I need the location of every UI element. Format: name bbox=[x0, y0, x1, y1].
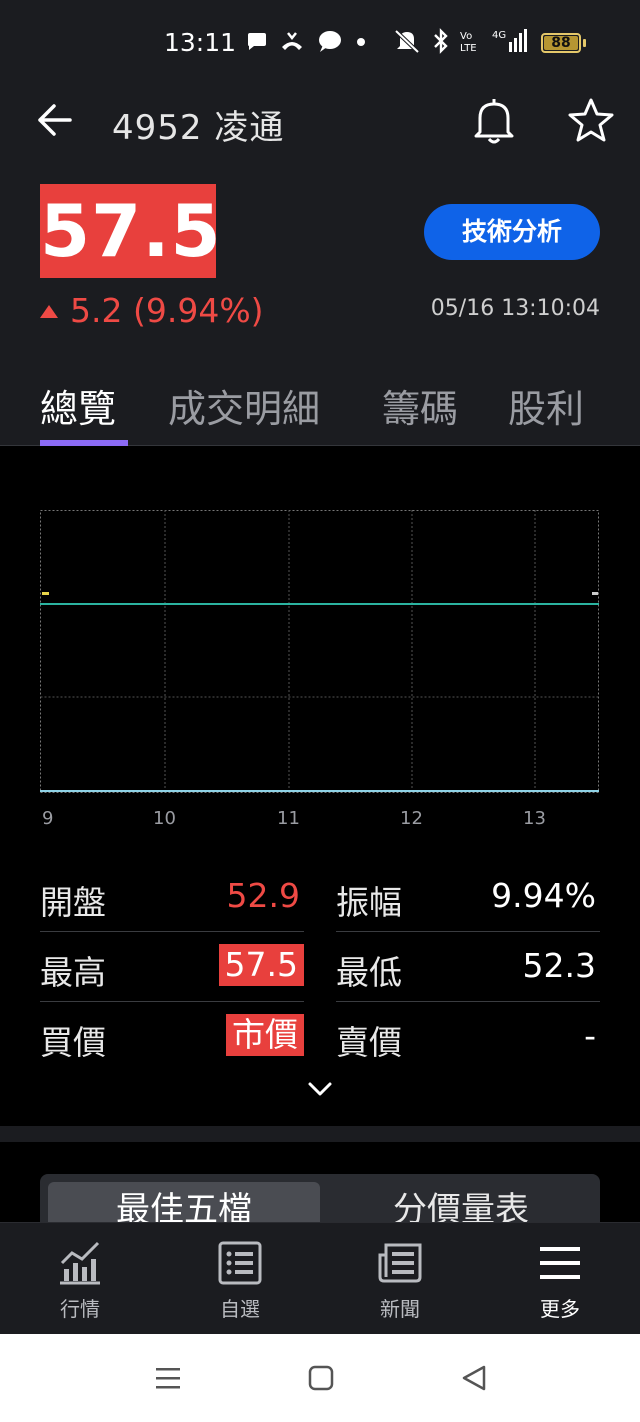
stat-row-bid: 買價 市價 賣價 - bbox=[40, 1002, 600, 1072]
price-marker-right bbox=[592, 592, 598, 595]
x-tick-label: 9 bbox=[42, 808, 53, 829]
status-bar: 13:11 Vo LTE 4G 88 bbox=[0, 0, 640, 86]
app-screen: 13:11 Vo LTE 4G 88 4952 凌通 57.5 技術分析 5.2… bbox=[0, 0, 640, 1422]
chart-frame bbox=[40, 510, 599, 793]
price-marker-left bbox=[42, 592, 49, 595]
open-label: 開盤 bbox=[40, 883, 106, 922]
recent-apps-icon[interactable] bbox=[152, 1362, 184, 1394]
chart-icon bbox=[60, 1241, 100, 1285]
tab-trade-details[interactable]: 成交明細 bbox=[168, 378, 320, 433]
tab-chips[interactable]: 籌碼 bbox=[382, 378, 458, 433]
star-icon[interactable] bbox=[566, 96, 616, 144]
nav-watchlist[interactable]: 自選 bbox=[160, 1223, 320, 1335]
chat-bubble-icon bbox=[248, 33, 266, 50]
amplitude-value: 9.94% bbox=[491, 876, 596, 915]
open-value: 52.9 bbox=[226, 876, 300, 915]
x-tick-label: 12 bbox=[400, 808, 423, 829]
stock-header: 4952 凌通 57.5 技術分析 5.2 (9.94%) 05/16 13:1… bbox=[0, 86, 640, 446]
intraday-chart: 9 10 11 12 13 bbox=[0, 446, 640, 846]
low-value: 52.3 bbox=[522, 946, 596, 985]
bluetooth-icon bbox=[434, 28, 448, 54]
low-label: 最低 bbox=[336, 953, 402, 992]
x-tick-label: 10 bbox=[153, 808, 176, 829]
svg-text:Vo: Vo bbox=[460, 31, 472, 42]
news-icon bbox=[378, 1243, 422, 1283]
stock-title: 4952 凌通 bbox=[112, 108, 285, 148]
nav-market[interactable]: 行情 bbox=[0, 1223, 160, 1335]
message-bubble-icon bbox=[319, 31, 341, 52]
volte-icon: VoLTE bbox=[460, 31, 477, 54]
battery-icon: 88 bbox=[541, 33, 581, 53]
section-divider bbox=[0, 1126, 640, 1142]
bell-icon[interactable] bbox=[470, 96, 518, 146]
chart-svg: 9 10 11 12 13 bbox=[40, 510, 599, 829]
current-price: 57.5 bbox=[40, 189, 222, 273]
nav-label-news: 新聞 bbox=[380, 1297, 420, 1321]
price-badge: 57.5 bbox=[40, 184, 222, 278]
x-tick-label: 11 bbox=[277, 808, 300, 829]
chevron-down-icon[interactable] bbox=[306, 1080, 334, 1098]
notification-icons bbox=[246, 30, 368, 54]
x-tick-label: 13 bbox=[523, 808, 546, 829]
svg-text:4G: 4G bbox=[492, 30, 506, 41]
nav-label-market: 行情 bbox=[60, 1297, 100, 1321]
stat-row-high: 最高 57.5 最低 52.3 bbox=[40, 932, 600, 1002]
nav-label-watchlist: 自選 bbox=[220, 1297, 260, 1321]
amplitude-label: 振幅 bbox=[336, 883, 402, 922]
status-time: 13:11 bbox=[164, 28, 237, 57]
up-triangle-icon bbox=[40, 304, 58, 318]
home-icon[interactable] bbox=[305, 1362, 337, 1394]
technical-analysis-button[interactable]: 技術分析 bbox=[424, 204, 600, 260]
tab-bar: 總覽 成交明細 籌碼 股利 bbox=[0, 370, 640, 446]
menu-icon bbox=[540, 1247, 580, 1279]
stat-row-open: 開盤 52.9 振幅 9.94% bbox=[40, 862, 600, 932]
mute-icon bbox=[394, 29, 420, 54]
list-icon bbox=[218, 1241, 262, 1285]
tab-dividends[interactable]: 股利 bbox=[508, 378, 584, 433]
dot-icon bbox=[357, 38, 365, 46]
ask-value: - bbox=[584, 1016, 596, 1055]
battery-level: 88 bbox=[551, 35, 571, 51]
system-status-icons: Vo LTE 4G bbox=[392, 28, 528, 54]
change-value: 5.2 (9.94%) bbox=[70, 290, 264, 330]
nav-news[interactable]: 新聞 bbox=[320, 1223, 480, 1335]
price-change: 5.2 (9.94%) bbox=[40, 290, 264, 330]
quote-stats: 開盤 52.9 振幅 9.94% 最高 57.5 最低 52.3 買價 市價 賣… bbox=[0, 862, 640, 1124]
back-arrow-icon[interactable] bbox=[34, 102, 74, 138]
missed-call-icon bbox=[282, 32, 302, 50]
bid-label: 買價 bbox=[40, 1023, 106, 1062]
tab-overview[interactable]: 總覽 bbox=[40, 378, 116, 433]
orderbook-section: 最佳五檔 分價量表 bbox=[0, 1142, 640, 1234]
high-value: 57.5 bbox=[218, 944, 304, 986]
ask-label: 賣價 bbox=[336, 1023, 402, 1062]
nav-more[interactable]: 更多 bbox=[480, 1223, 640, 1335]
svg-text:LTE: LTE bbox=[460, 43, 477, 54]
high-label: 最高 bbox=[40, 953, 106, 992]
system-navigation-bar bbox=[0, 1334, 640, 1422]
nav-label-more: 更多 bbox=[540, 1297, 580, 1321]
back-triangle-icon[interactable] bbox=[458, 1362, 490, 1394]
bottom-navigation: 行情 自選 新聞 更多 bbox=[0, 1222, 640, 1334]
signal-4g-icon: 4G bbox=[492, 29, 527, 52]
quote-timestamp: 05/16 13:10:04 bbox=[430, 296, 600, 321]
bid-value: 市價 bbox=[226, 1014, 304, 1056]
